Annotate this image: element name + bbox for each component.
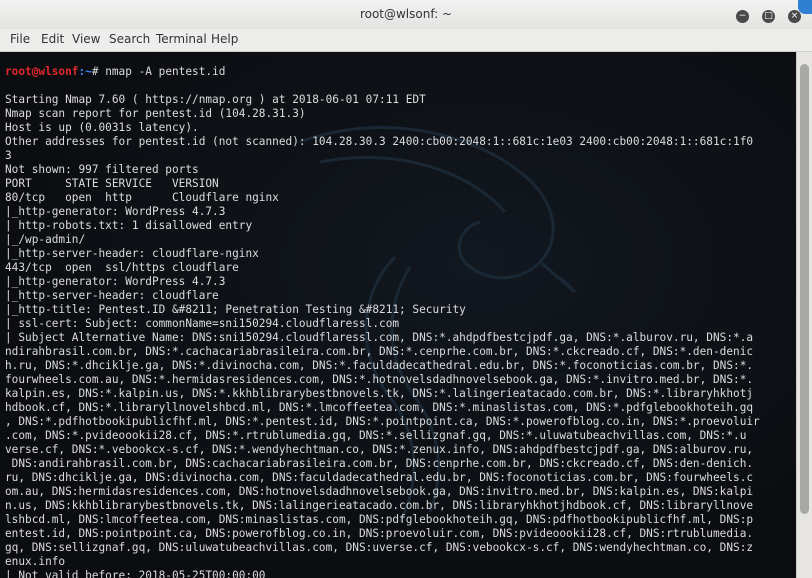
output-line: 443/tcp open ssl/https cloudflare [5, 261, 239, 274]
prompt-path: :~ [78, 65, 92, 78]
output-line: PORT STATE SERVICE VERSION [5, 177, 219, 190]
output-line: gq, DNS:sellizgnaf.gq, DNS:uluwatubeachv… [5, 541, 754, 554]
minimize-button[interactable]: − [736, 10, 749, 23]
output-line: entest.id, DNS:pointpoint.ca, DNS:powero… [5, 527, 754, 540]
output-line: n.us, DNS:kkhblibrarybestbnovels.tk, DNS… [5, 499, 754, 512]
output-line: enux.info [5, 555, 66, 568]
output-line: Other addresses for pentest.id (not scan… [5, 135, 754, 148]
output-line: lshbcd.ml, DNS:lmcoffeetea.com, DNS:mina… [5, 513, 754, 526]
output-line: ndirahbrasil.com.br, DNS:*.cachacariabra… [5, 345, 754, 358]
output-line: 80/tcp open http Cloudflare nginx [5, 191, 279, 204]
menu-terminal[interactable]: Terminal [156, 32, 207, 46]
output-line: om.au, DNS:hermidasresidences.com, DNS:h… [5, 485, 754, 498]
output-line: DNS:andirahbrasil.com.br, DNS:cachacaria… [5, 457, 754, 470]
menu-search[interactable]: Search [109, 32, 150, 46]
terminal-output[interactable]: root@wlsonf:~# nmap -A pentest.id Starti… [0, 52, 796, 578]
vertical-scrollbar[interactable] [796, 52, 812, 578]
output-line: ru, DNS:dhciklje.ga, DNS:divinocha.com, … [5, 471, 754, 484]
output-line: | Subject Alternative Name: DNS:sni15029… [5, 331, 754, 344]
output-line: |_http-server-header: cloudflare [5, 289, 219, 302]
terminal-window: root@wlsonf: ~ − □ × File Edit View Sear… [0, 0, 812, 578]
output-line: Nmap scan report for pentest.id (104.28.… [5, 107, 306, 120]
output-line: fourwheels.com.au, DNS:*.hermidasresiden… [5, 373, 754, 386]
menu-edit[interactable]: Edit [41, 32, 64, 46]
notification-corner-icon [798, 0, 812, 14]
output-line: .com, DNS:*.pvideoookii28.cf, DNS:*.rtru… [5, 429, 747, 442]
menu-help[interactable]: Help [211, 32, 238, 46]
output-line: 3 [5, 149, 12, 162]
output-line: h.ru, DNS:*.dhciklje.ga, DNS:*.divinocha… [5, 359, 754, 372]
prompt-user: root@wlsonf [5, 65, 79, 78]
output-line: |_http-generator: WordPress 4.7.3 [5, 275, 226, 288]
output-line: kalpin.es, DNS:*.kalpin.us, DNS:*.kkhbli… [5, 387, 754, 400]
output-line: , DNS:*.pdfhotbookipublicfhf.ml, DNS:*.p… [5, 415, 760, 428]
output-line: | ssl-cert: Subject: commonName=sni15029… [5, 317, 400, 330]
output-line: |_http-generator: WordPress 4.7.3 [5, 205, 226, 218]
title-bar[interactable]: root@wlsonf: ~ − □ × [0, 0, 812, 30]
output-line: hdbook.cf, DNS:*.libraryllnovelshbcd.ml,… [5, 401, 754, 414]
output-line: | http-robots.txt: 1 disallowed entry [5, 219, 253, 232]
window-title: root@wlsonf: ~ [359, 7, 453, 21]
output-line: Host is up (0.0031s latency). [5, 121, 199, 134]
terminal-text: root@wlsonf:~# nmap -A pentest.id Starti… [5, 65, 760, 578]
menu-view[interactable]: View [72, 32, 100, 46]
output-line: Not shown: 997 filtered ports [5, 163, 199, 176]
command-output: Starting Nmap 7.60 ( https://nmap.org ) … [5, 93, 760, 578]
maximize-button[interactable]: □ [762, 10, 775, 23]
command-text: nmap -A pentest.id [105, 65, 226, 78]
output-line: |_http-server-header: cloudflare-nginx [5, 247, 259, 260]
output-line: Starting Nmap 7.60 ( https://nmap.org ) … [5, 93, 426, 106]
output-line: | Not valid before: 2018-05-25T00:00:00 [5, 569, 266, 578]
menu-file[interactable]: File [10, 32, 30, 46]
output-line: verse.cf, DNS:*.vebookcx-s.cf, DNS:*.wen… [5, 443, 754, 456]
output-line: |_http-title: Pentest.ID &#8211; Penetra… [5, 303, 466, 316]
prompt-symbol: # [91, 65, 106, 78]
menu-bar: File Edit View Search Terminal Help [0, 29, 812, 52]
output-line: |_/wp-admin/ [5, 233, 86, 246]
scrollbar-thumb[interactable] [800, 64, 809, 514]
